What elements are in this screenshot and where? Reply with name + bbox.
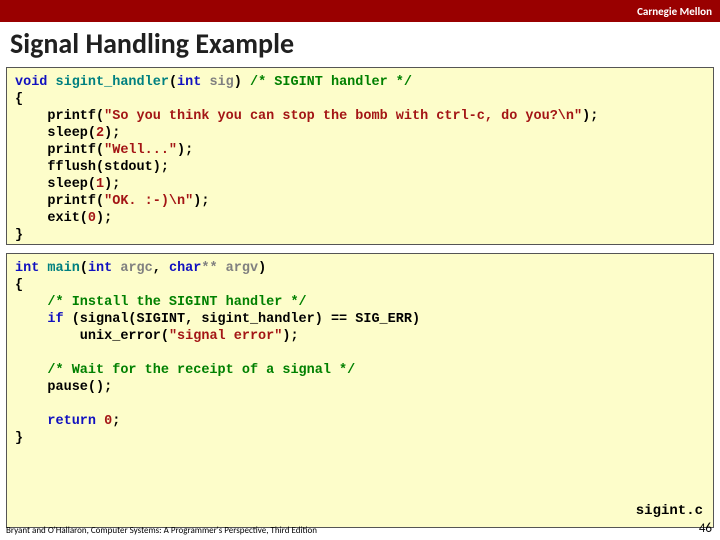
footer-credit: Bryant and O'Hallaron, Computer Systems:… — [6, 525, 317, 536]
brand-label: Carnegie Mellon — [637, 5, 712, 18]
slide-title: Signal Handling Example — [0, 22, 720, 67]
code-text-1: void sigint_handler(int sig) /* SIGINT h… — [7, 68, 713, 250]
footer: Bryant and O'Hallaron, Computer Systems:… — [6, 521, 712, 536]
filename-label: sigint.c — [636, 503, 703, 519]
code-text-2: int main(int argc, char** argv) { /* Ins… — [7, 254, 713, 453]
code-block-handler: void sigint_handler(int sig) /* SIGINT h… — [6, 67, 714, 245]
page-number: 46 — [699, 521, 712, 536]
header-bar: Carnegie Mellon — [0, 0, 720, 22]
code-block-main: int main(int argc, char** argv) { /* Ins… — [6, 253, 714, 528]
